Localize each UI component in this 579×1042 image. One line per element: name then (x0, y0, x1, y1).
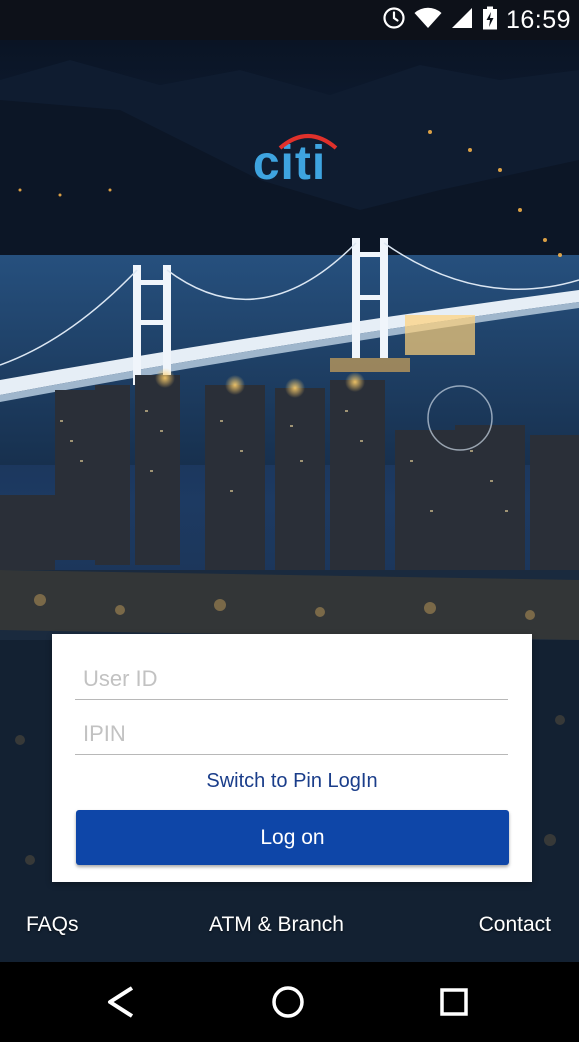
contact-link[interactable]: Contact (479, 913, 551, 937)
faqs-link[interactable]: FAQs (26, 913, 79, 937)
wifi-icon (414, 6, 442, 35)
recents-icon[interactable] (438, 984, 470, 1025)
status-time: 16:59 (505, 6, 571, 34)
alarm-icon (382, 6, 406, 35)
atm-branch-link[interactable]: ATM & Branch (209, 913, 344, 937)
footer-links: FAQs ATM & Branch Contact (0, 905, 579, 949)
login-card: Switch to Pin LogIn Log on (52, 634, 532, 882)
citi-logo: citi (0, 134, 579, 188)
home-icon[interactable] (270, 984, 306, 1025)
signal-icon (450, 6, 474, 35)
ipin-input[interactable] (75, 713, 508, 755)
status-icons: 16:59 (382, 6, 571, 35)
status-bar: 16:59 (0, 0, 579, 40)
back-icon[interactable] (104, 984, 138, 1025)
system-nav-bar (0, 962, 579, 1042)
switch-to-pin-login-link[interactable]: Switch to Pin LogIn (52, 770, 532, 793)
battery-charging-icon (482, 6, 498, 35)
user-id-input[interactable] (75, 658, 508, 700)
log-on-button[interactable]: Log on (76, 810, 509, 865)
logo-arc-icon (278, 134, 338, 150)
